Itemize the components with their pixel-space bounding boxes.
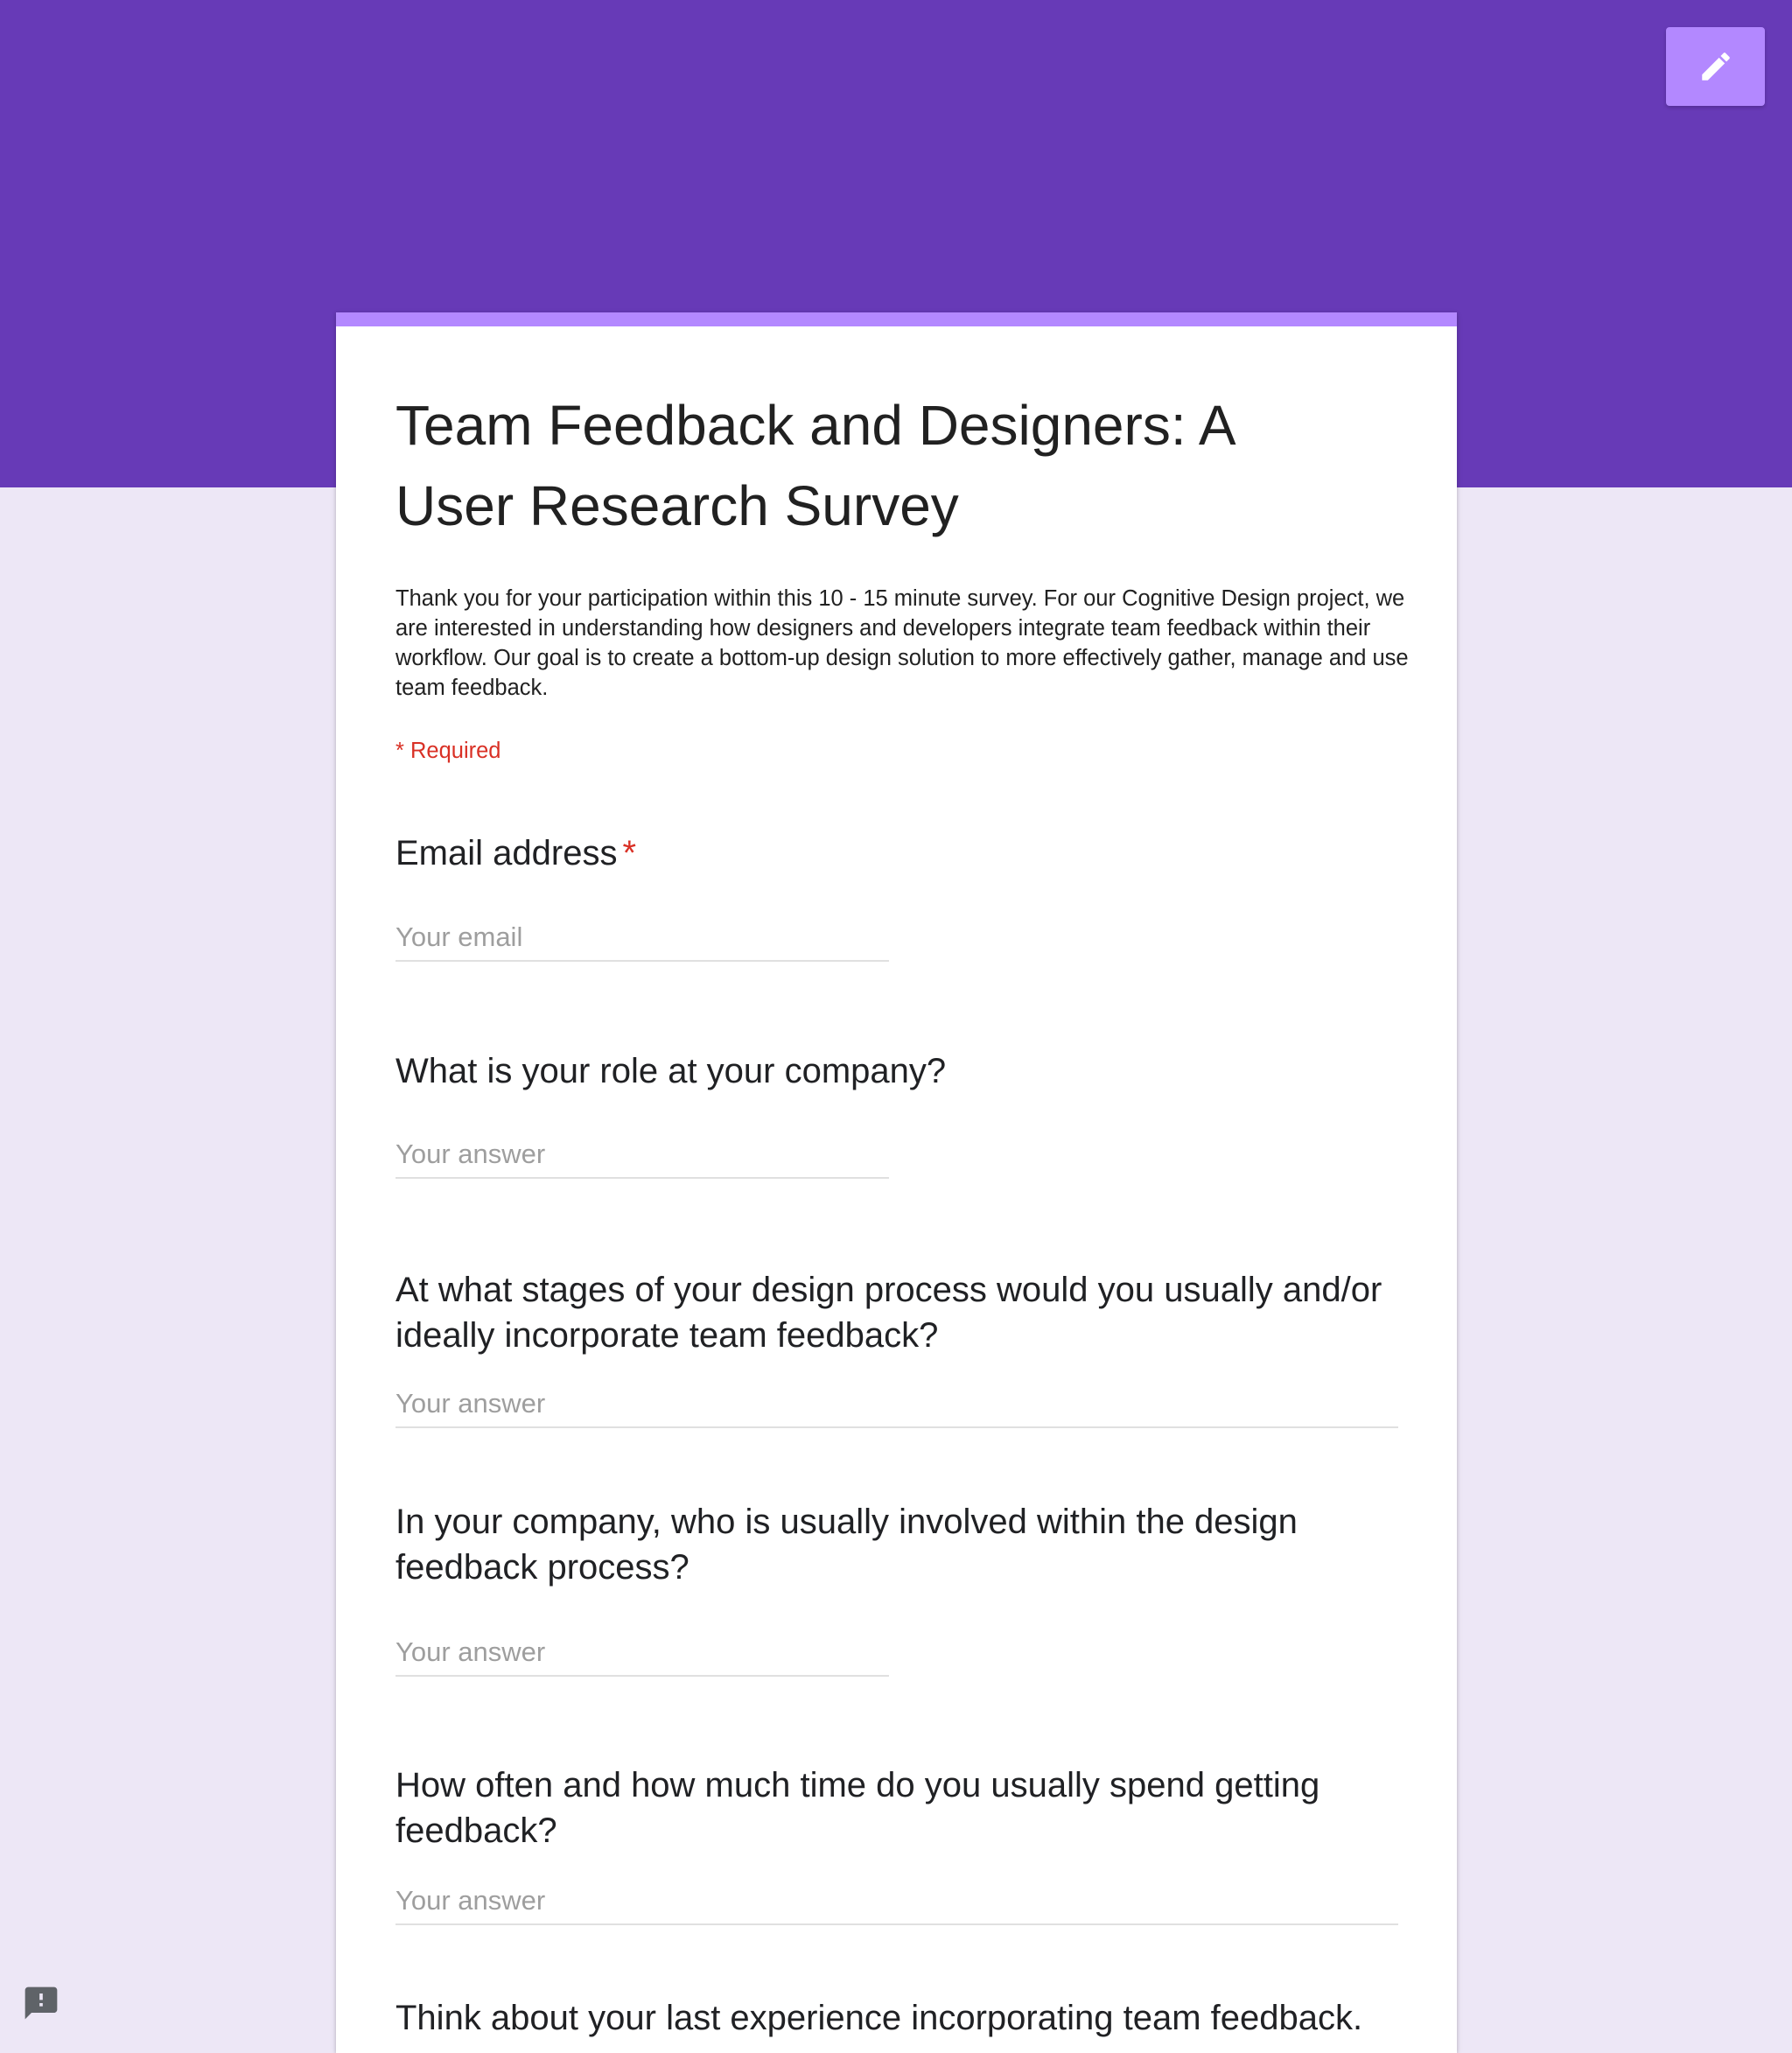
question-time: How often and how much time do you usual…	[396, 1762, 1410, 1853]
role-answer-input[interactable]: Your answer	[396, 1137, 889, 1179]
question-title: In your company, who is usually involved…	[396, 1503, 1298, 1587]
involved-answer-input[interactable]: Your answer	[396, 1635, 889, 1677]
pencil-icon	[1701, 53, 1730, 81]
question-title: Think about your last experience incorpo…	[396, 1999, 1363, 2037]
form-card: Team Feedback and Designers: A User Rese…	[336, 312, 1457, 2053]
question-title: Email address *	[396, 830, 1410, 876]
question-stages: At what stages of your design process wo…	[396, 1267, 1410, 1358]
card-accent-bar	[336, 312, 1457, 326]
form-title: Team Feedback and Designers: A User Rese…	[396, 394, 1233, 537]
email-input[interactable]: Your email	[396, 920, 889, 962]
required-asterisk: *	[622, 834, 637, 872]
report-problem-icon	[24, 1986, 58, 2020]
question-title: How often and how much time do you usual…	[396, 1766, 1320, 1850]
question-last-experience: Think about your last experience incorpo…	[396, 1995, 1410, 2041]
question-role: What is your role at your company?	[396, 1048, 1410, 1094]
question-email: Email address *	[396, 830, 1410, 876]
question-title: What is your role at your company?	[396, 1052, 947, 1090]
edit-form-button[interactable]	[1666, 27, 1765, 106]
question-involved: In your company, who is usually involved…	[396, 1499, 1410, 1590]
question-title: At what stages of your design process wo…	[396, 1271, 1382, 1355]
form-description: Thank you for your participation within …	[396, 586, 1409, 700]
time-answer-input[interactable]: Your answer	[396, 1883, 1398, 1925]
report-problem-button[interactable]	[22, 1984, 60, 2022]
stages-answer-input[interactable]: Your answer	[396, 1386, 1398, 1428]
required-note: * Required	[396, 739, 501, 763]
question-title-text: Email address	[396, 834, 618, 872]
